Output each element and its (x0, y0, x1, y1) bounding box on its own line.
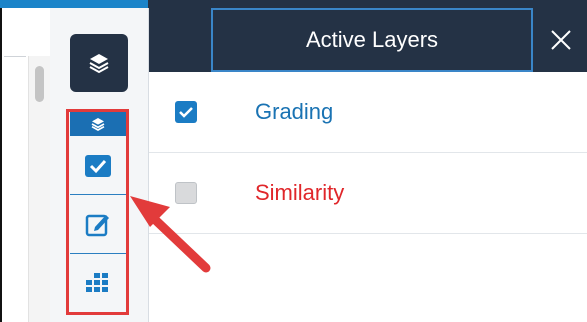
scrollbar[interactable] (28, 56, 51, 322)
layer-row-similarity[interactable]: Similarity (149, 153, 587, 234)
document-divider (4, 56, 26, 57)
layers-icon (89, 54, 109, 74)
top-accent-bar (0, 0, 148, 8)
layer-label-similarity[interactable]: Similarity (255, 180, 344, 206)
highlight-box (66, 109, 129, 315)
scrollbar-thumb[interactable] (35, 66, 44, 102)
layer-checkbox-grading[interactable] (175, 101, 197, 123)
panel-title: Active Layers (211, 8, 533, 72)
top-strip (0, 0, 587, 8)
layers-button[interactable] (70, 34, 128, 92)
panel-top-bar (148, 0, 587, 8)
active-layers-panel: Active Layers Grading Similarity (148, 8, 587, 322)
close-icon (550, 30, 571, 50)
layer-checkbox-similarity[interactable] (175, 182, 197, 204)
layer-label-grading[interactable]: Grading (255, 99, 333, 125)
close-button[interactable] (533, 8, 587, 72)
check-icon (179, 107, 193, 118)
layer-row-grading[interactable]: Grading (149, 72, 587, 153)
